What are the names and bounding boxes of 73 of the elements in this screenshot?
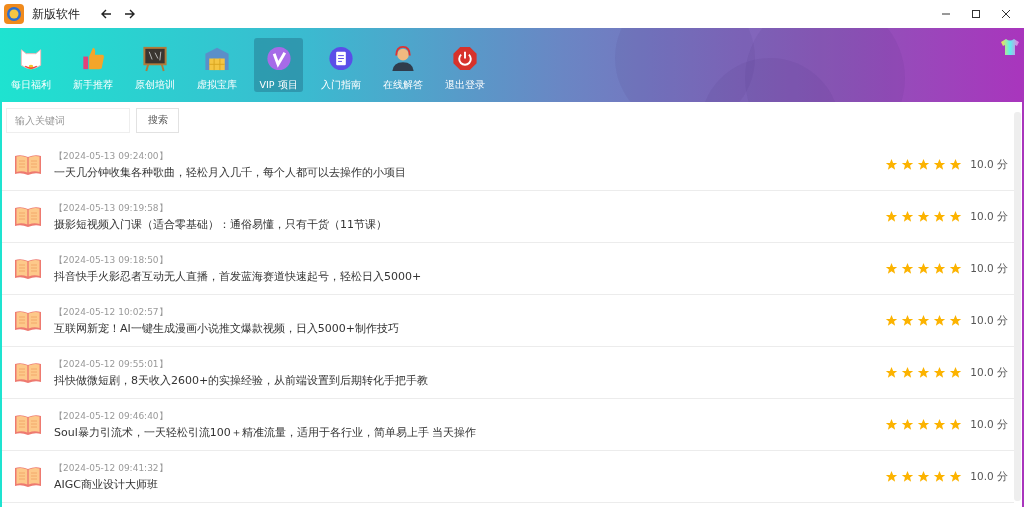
star-icon	[901, 366, 915, 379]
star-icon	[885, 262, 899, 275]
star-icon	[949, 262, 963, 275]
star-icon	[901, 314, 915, 327]
star-icon	[933, 262, 947, 275]
star-icon	[933, 158, 947, 171]
item-timestamp: 【2024-05-12 09:46:40】	[54, 409, 169, 423]
item-title[interactable]: 抖音快手火影忍者互动无人直播，首发蓝海赛道快速起号，轻松日入5000+	[54, 268, 886, 284]
star-icon	[933, 366, 947, 379]
star-icon	[901, 418, 915, 431]
item-title[interactable]: 互联网新宠！AI一键生成漫画小说推文爆款视频，日入5000+制作技巧	[54, 320, 886, 336]
item-title[interactable]: 一天几分钟收集各种歌曲，轻松月入几千，每个人都可以去操作的小项目	[54, 164, 886, 180]
book-icon	[14, 308, 42, 333]
close-icon	[1001, 9, 1011, 19]
book-icon	[14, 204, 42, 229]
star-icon	[917, 210, 931, 223]
search-button[interactable]: 搜索	[136, 108, 179, 133]
item-title[interactable]: 摄影短视频入门课（适合零基础）：通俗易懂，只有干货（11节课）	[54, 216, 886, 232]
book-icon	[14, 464, 42, 489]
star-icon	[949, 314, 963, 327]
arrow-left-icon	[100, 8, 112, 20]
item-timestamp: 【2024-05-12 09:41:32】	[54, 461, 169, 475]
star-icon	[933, 210, 947, 223]
item-title[interactable]: AIGC商业设计大师班	[54, 476, 886, 492]
book-icon	[14, 360, 42, 385]
star-icon	[885, 210, 899, 223]
star-icon	[885, 314, 899, 327]
star-icon	[949, 418, 963, 431]
star-icon	[901, 158, 915, 171]
star-icon	[901, 210, 915, 223]
item-timestamp: 【2024-05-13 09:19:58】	[54, 201, 169, 215]
star-icon	[949, 470, 963, 483]
rating-score: 10.0 分	[970, 261, 1008, 276]
maximize-icon	[971, 9, 981, 19]
item-title[interactable]: 抖快做微短剧，8天收入2600+的实操经验，从前端设置到后期转化手把手教	[54, 372, 886, 388]
window-title: 新版软件	[32, 5, 80, 23]
star-icon	[933, 418, 947, 431]
star-icon	[949, 210, 963, 223]
star-icon	[917, 418, 931, 431]
item-timestamp: 【2024-05-12 09:55:01】	[54, 357, 169, 371]
star-icon	[885, 418, 899, 431]
t-shirt-icon[interactable]	[1000, 38, 1020, 56]
star-icon	[885, 366, 899, 379]
rating-score: 10.0 分	[970, 209, 1008, 224]
search-field[interactable]: 输入关键词	[6, 108, 130, 133]
rating-score: 10.0 分	[970, 313, 1008, 328]
book-icon	[14, 256, 42, 281]
star-icon	[933, 314, 947, 327]
arrow-right-icon	[124, 8, 136, 20]
star-icon	[933, 470, 947, 483]
star-icon	[917, 262, 931, 275]
star-icon	[917, 314, 931, 327]
star-icon	[949, 366, 963, 379]
star-icon	[901, 262, 915, 275]
star-icon	[885, 158, 899, 171]
item-timestamp: 【2024-05-13 09:18:50】	[54, 253, 169, 267]
item-title[interactable]: Soul暴力引流术，一天轻松引流100＋精准流量，适用于各行业，简单易上手 当天操作	[54, 424, 886, 440]
rating-score: 10.0 分	[970, 365, 1008, 380]
scrollbar[interactable]	[1014, 112, 1021, 501]
star-icon	[885, 470, 899, 483]
rating-score: 10.0 分	[970, 157, 1008, 172]
star-icon	[917, 470, 931, 483]
rating-score: 10.0 分	[970, 469, 1008, 484]
star-icon	[917, 366, 931, 379]
star-icon	[917, 158, 931, 171]
item-timestamp: 【2024-05-13 09:24:00】	[54, 149, 169, 163]
star-icon	[901, 470, 915, 483]
rating-score: 10.0 分	[970, 417, 1008, 432]
star-icon	[949, 158, 963, 171]
book-icon	[14, 412, 42, 437]
app-logo-icon	[4, 4, 24, 24]
item-timestamp: 【2024-05-12 10:02:57】	[54, 305, 169, 319]
book-icon	[14, 152, 42, 177]
